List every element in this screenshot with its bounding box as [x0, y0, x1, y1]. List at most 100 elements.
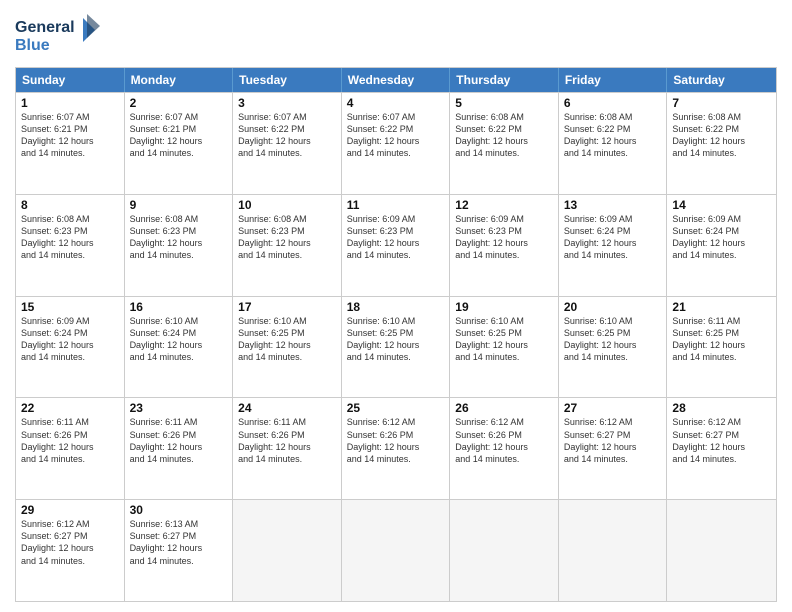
- day-number: 16: [130, 300, 228, 314]
- calendar-row: 8Sunrise: 6:08 AM Sunset: 6:23 PM Daylig…: [16, 194, 776, 296]
- svg-text:General: General: [15, 19, 75, 36]
- day-number: 26: [455, 401, 553, 415]
- calendar-day-cell: 17Sunrise: 6:10 AM Sunset: 6:25 PM Dayli…: [233, 297, 342, 398]
- page: General Blue SundayMondayTuesdayWednesda…: [0, 0, 792, 612]
- calendar-header-cell: Thursday: [450, 68, 559, 92]
- day-number: 19: [455, 300, 553, 314]
- calendar-day-cell: 2Sunrise: 6:07 AM Sunset: 6:21 PM Daylig…: [125, 93, 234, 194]
- calendar-day-cell: 4Sunrise: 6:07 AM Sunset: 6:22 PM Daylig…: [342, 93, 451, 194]
- logo: General Blue: [15, 14, 105, 61]
- calendar-header-cell: Saturday: [667, 68, 776, 92]
- calendar-day-cell: 14Sunrise: 6:09 AM Sunset: 6:24 PM Dayli…: [667, 195, 776, 296]
- day-info: Sunrise: 6:12 AM Sunset: 6:26 PM Dayligh…: [455, 416, 553, 465]
- calendar-header-cell: Friday: [559, 68, 668, 92]
- calendar-day-cell: 11Sunrise: 6:09 AM Sunset: 6:23 PM Dayli…: [342, 195, 451, 296]
- day-info: Sunrise: 6:11 AM Sunset: 6:26 PM Dayligh…: [238, 416, 336, 465]
- day-info: Sunrise: 6:10 AM Sunset: 6:25 PM Dayligh…: [564, 315, 662, 364]
- day-info: Sunrise: 6:07 AM Sunset: 6:22 PM Dayligh…: [238, 111, 336, 160]
- calendar-day-cell: 21Sunrise: 6:11 AM Sunset: 6:25 PM Dayli…: [667, 297, 776, 398]
- day-number: 11: [347, 198, 445, 212]
- calendar-empty-cell: [233, 500, 342, 601]
- calendar-row: 1Sunrise: 6:07 AM Sunset: 6:21 PM Daylig…: [16, 92, 776, 194]
- logo-text: General Blue: [15, 14, 105, 61]
- day-info: Sunrise: 6:07 AM Sunset: 6:22 PM Dayligh…: [347, 111, 445, 160]
- calendar-body: 1Sunrise: 6:07 AM Sunset: 6:21 PM Daylig…: [16, 92, 776, 601]
- day-info: Sunrise: 6:10 AM Sunset: 6:25 PM Dayligh…: [455, 315, 553, 364]
- day-info: Sunrise: 6:11 AM Sunset: 6:25 PM Dayligh…: [672, 315, 771, 364]
- calendar-header-cell: Monday: [125, 68, 234, 92]
- calendar-day-cell: 18Sunrise: 6:10 AM Sunset: 6:25 PM Dayli…: [342, 297, 451, 398]
- calendar-day-cell: 13Sunrise: 6:09 AM Sunset: 6:24 PM Dayli…: [559, 195, 668, 296]
- calendar-day-cell: 10Sunrise: 6:08 AM Sunset: 6:23 PM Dayli…: [233, 195, 342, 296]
- calendar-day-cell: 30Sunrise: 6:13 AM Sunset: 6:27 PM Dayli…: [125, 500, 234, 601]
- calendar-day-cell: 27Sunrise: 6:12 AM Sunset: 6:27 PM Dayli…: [559, 398, 668, 499]
- calendar-row: 22Sunrise: 6:11 AM Sunset: 6:26 PM Dayli…: [16, 397, 776, 499]
- day-number: 28: [672, 401, 771, 415]
- day-info: Sunrise: 6:08 AM Sunset: 6:23 PM Dayligh…: [238, 213, 336, 262]
- day-number: 10: [238, 198, 336, 212]
- calendar-row: 29Sunrise: 6:12 AM Sunset: 6:27 PM Dayli…: [16, 499, 776, 601]
- day-number: 3: [238, 96, 336, 110]
- day-info: Sunrise: 6:12 AM Sunset: 6:27 PM Dayligh…: [564, 416, 662, 465]
- calendar-empty-cell: [559, 500, 668, 601]
- day-info: Sunrise: 6:10 AM Sunset: 6:24 PM Dayligh…: [130, 315, 228, 364]
- day-info: Sunrise: 6:12 AM Sunset: 6:27 PM Dayligh…: [21, 518, 119, 567]
- calendar-day-cell: 20Sunrise: 6:10 AM Sunset: 6:25 PM Dayli…: [559, 297, 668, 398]
- day-number: 25: [347, 401, 445, 415]
- calendar-day-cell: 8Sunrise: 6:08 AM Sunset: 6:23 PM Daylig…: [16, 195, 125, 296]
- day-info: Sunrise: 6:09 AM Sunset: 6:24 PM Dayligh…: [672, 213, 771, 262]
- day-info: Sunrise: 6:09 AM Sunset: 6:23 PM Dayligh…: [455, 213, 553, 262]
- day-number: 27: [564, 401, 662, 415]
- day-number: 18: [347, 300, 445, 314]
- calendar-header: SundayMondayTuesdayWednesdayThursdayFrid…: [16, 68, 776, 92]
- day-number: 17: [238, 300, 336, 314]
- calendar-day-cell: 23Sunrise: 6:11 AM Sunset: 6:26 PM Dayli…: [125, 398, 234, 499]
- calendar-empty-cell: [450, 500, 559, 601]
- day-number: 2: [130, 96, 228, 110]
- day-info: Sunrise: 6:08 AM Sunset: 6:22 PM Dayligh…: [564, 111, 662, 160]
- calendar-day-cell: 26Sunrise: 6:12 AM Sunset: 6:26 PM Dayli…: [450, 398, 559, 499]
- calendar-day-cell: 1Sunrise: 6:07 AM Sunset: 6:21 PM Daylig…: [16, 93, 125, 194]
- day-info: Sunrise: 6:09 AM Sunset: 6:24 PM Dayligh…: [564, 213, 662, 262]
- calendar-day-cell: 15Sunrise: 6:09 AM Sunset: 6:24 PM Dayli…: [16, 297, 125, 398]
- calendar: SundayMondayTuesdayWednesdayThursdayFrid…: [15, 67, 777, 602]
- day-number: 14: [672, 198, 771, 212]
- day-number: 8: [21, 198, 119, 212]
- day-number: 24: [238, 401, 336, 415]
- day-number: 13: [564, 198, 662, 212]
- day-number: 15: [21, 300, 119, 314]
- day-info: Sunrise: 6:11 AM Sunset: 6:26 PM Dayligh…: [130, 416, 228, 465]
- calendar-day-cell: 24Sunrise: 6:11 AM Sunset: 6:26 PM Dayli…: [233, 398, 342, 499]
- svg-text:Blue: Blue: [15, 37, 50, 54]
- calendar-day-cell: 19Sunrise: 6:10 AM Sunset: 6:25 PM Dayli…: [450, 297, 559, 398]
- day-info: Sunrise: 6:09 AM Sunset: 6:24 PM Dayligh…: [21, 315, 119, 364]
- day-info: Sunrise: 6:10 AM Sunset: 6:25 PM Dayligh…: [347, 315, 445, 364]
- day-info: Sunrise: 6:08 AM Sunset: 6:22 PM Dayligh…: [455, 111, 553, 160]
- calendar-header-cell: Sunday: [16, 68, 125, 92]
- calendar-row: 15Sunrise: 6:09 AM Sunset: 6:24 PM Dayli…: [16, 296, 776, 398]
- calendar-day-cell: 9Sunrise: 6:08 AM Sunset: 6:23 PM Daylig…: [125, 195, 234, 296]
- day-number: 6: [564, 96, 662, 110]
- day-number: 1: [21, 96, 119, 110]
- calendar-header-cell: Tuesday: [233, 68, 342, 92]
- calendar-day-cell: 12Sunrise: 6:09 AM Sunset: 6:23 PM Dayli…: [450, 195, 559, 296]
- calendar-day-cell: 28Sunrise: 6:12 AM Sunset: 6:27 PM Dayli…: [667, 398, 776, 499]
- day-number: 23: [130, 401, 228, 415]
- day-info: Sunrise: 6:13 AM Sunset: 6:27 PM Dayligh…: [130, 518, 228, 567]
- day-info: Sunrise: 6:08 AM Sunset: 6:23 PM Dayligh…: [21, 213, 119, 262]
- day-number: 20: [564, 300, 662, 314]
- calendar-day-cell: 5Sunrise: 6:08 AM Sunset: 6:22 PM Daylig…: [450, 93, 559, 194]
- day-info: Sunrise: 6:12 AM Sunset: 6:26 PM Dayligh…: [347, 416, 445, 465]
- day-number: 9: [130, 198, 228, 212]
- day-number: 30: [130, 503, 228, 517]
- calendar-day-cell: 3Sunrise: 6:07 AM Sunset: 6:22 PM Daylig…: [233, 93, 342, 194]
- calendar-day-cell: 16Sunrise: 6:10 AM Sunset: 6:24 PM Dayli…: [125, 297, 234, 398]
- day-info: Sunrise: 6:11 AM Sunset: 6:26 PM Dayligh…: [21, 416, 119, 465]
- day-info: Sunrise: 6:12 AM Sunset: 6:27 PM Dayligh…: [672, 416, 771, 465]
- calendar-empty-cell: [342, 500, 451, 601]
- day-number: 7: [672, 96, 771, 110]
- day-number: 4: [347, 96, 445, 110]
- day-number: 22: [21, 401, 119, 415]
- calendar-day-cell: 7Sunrise: 6:08 AM Sunset: 6:22 PM Daylig…: [667, 93, 776, 194]
- calendar-day-cell: 6Sunrise: 6:08 AM Sunset: 6:22 PM Daylig…: [559, 93, 668, 194]
